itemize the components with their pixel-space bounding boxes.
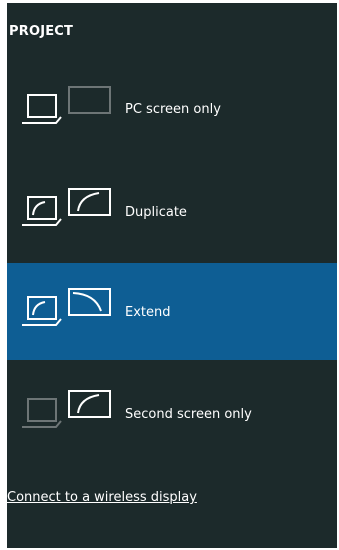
option-label: Extend [125,305,171,320]
option-label: Second screen only [125,407,252,422]
panel-title: PROJECT [9,24,74,39]
second-screen-only-icon [21,365,117,462]
option-extend[interactable]: Extend [7,263,337,360]
extend-icon [21,263,117,360]
duplicate-icon [21,163,117,260]
option-pc-screen-only[interactable]: PC screen only [7,61,337,158]
connect-wireless-display-link[interactable]: Connect to a wireless display [7,490,197,505]
pc-screen-only-icon [21,61,117,158]
option-duplicate[interactable]: Duplicate [7,163,337,260]
option-label: PC screen only [125,102,221,117]
project-panel: PROJECT PC screen only Duplicate Extend … [7,3,337,548]
option-second-screen-only[interactable]: Second screen only [7,365,337,462]
option-label: Duplicate [125,205,187,220]
